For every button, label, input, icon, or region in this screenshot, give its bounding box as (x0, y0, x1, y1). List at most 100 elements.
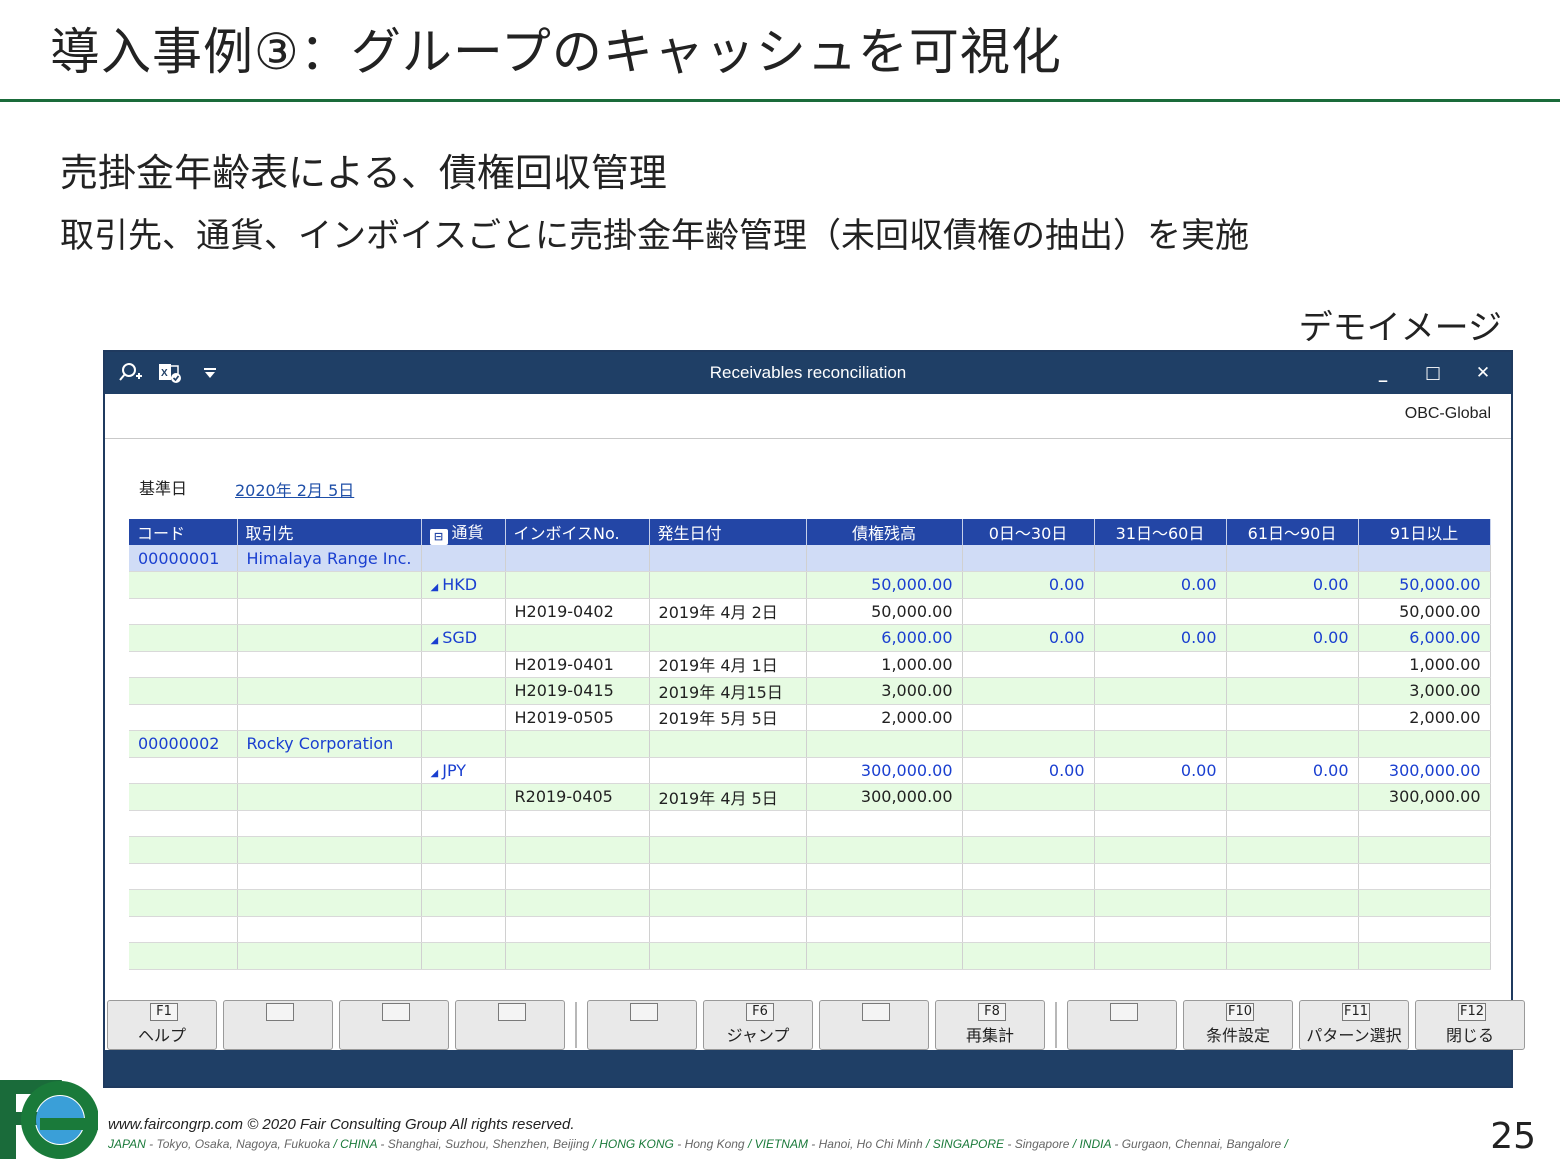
cell-customer (237, 677, 422, 705)
table-row[interactable]: 00000001 Himalaya Range Inc. (129, 545, 1491, 572)
cell-date (649, 863, 807, 890)
function-key-button[interactable] (587, 1000, 697, 1050)
collapse-triangle-icon[interactable]: ◢ (431, 635, 439, 646)
cell-d61-90 (1226, 942, 1359, 970)
col-header-61-90[interactable]: 61日～90日 (1226, 519, 1359, 545)
cell-code (129, 651, 238, 678)
cell-d61-90 (1226, 704, 1359, 731)
table-row[interactable] (129, 810, 1491, 837)
cell-d91-plus: 2,000.00 (1358, 704, 1491, 731)
table-row[interactable]: R2019-0405 2019年 4月 5日 300,000.00 300,000.0… (129, 783, 1491, 811)
cell-balance: 50,000.00 (806, 571, 963, 599)
cell-balance (806, 863, 963, 890)
table-row[interactable]: ◢ HKD 50,000.00 0.00 0.00 0.00 50,000.00 (129, 571, 1491, 599)
cell-d31-60: 0.00 (1094, 571, 1227, 599)
col-header-currency[interactable]: ⊟ 通貨 (421, 519, 506, 545)
collapse-triangle-icon[interactable]: ◢ (431, 768, 439, 779)
cell-code (129, 863, 238, 890)
col-header-31-60[interactable]: 31日～60日 (1094, 519, 1227, 545)
table-row[interactable] (129, 863, 1491, 890)
footer-slash: / (589, 1137, 600, 1151)
col-header-code[interactable]: コード (129, 519, 238, 545)
cell-d0-30 (962, 810, 1095, 837)
function-key-button[interactable] (223, 1000, 333, 1050)
function-key-name: F11 (1342, 1003, 1370, 1021)
base-date-link[interactable]: 2020年 2月 5日 (235, 477, 354, 501)
cell-invoice: R2019-0405 (505, 783, 650, 811)
function-key-button[interactable]: F6 ジャンプ (703, 1000, 813, 1050)
col-header-91-plus[interactable]: 91日以上 (1358, 519, 1491, 545)
table-row[interactable]: H2019-0505 2019年 5月 5日 2,000.00 2,000.00 (129, 704, 1491, 731)
cell-customer (237, 571, 422, 599)
slide-description: 取引先、通貨、インボイスごとに売掛金年齢管理（未回収債権の抽出）を実施 (60, 216, 1249, 256)
cell-invoice (505, 863, 650, 890)
cell-d0-30 (962, 916, 1095, 943)
cell-balance (806, 942, 963, 970)
cell-d31-60 (1094, 598, 1227, 625)
maximize-icon[interactable]: □ (1421, 360, 1445, 386)
cell-d31-60: 0.00 (1094, 757, 1227, 784)
cell-d31-60 (1094, 783, 1227, 811)
function-key-button[interactable]: F1 ヘルプ (107, 1000, 217, 1050)
fkey-separator (1055, 1002, 1057, 1048)
cell-balance (806, 545, 963, 572)
cell-d91-plus: 1,000.00 (1358, 651, 1491, 678)
function-key-button[interactable]: F8 再集計 (935, 1000, 1045, 1050)
cell-d0-30 (962, 704, 1095, 731)
col-header-0-30[interactable]: 0日～30日 (962, 519, 1095, 545)
function-key-bar: F1 ヘルプ F6 ジャンプ F8 再集計 F10 条件設定 F11 パターン選択 F12 閉じる (107, 1000, 1525, 1050)
function-key-button[interactable]: F12 閉じる (1415, 1000, 1525, 1050)
col-header-date[interactable]: 発生日付 (649, 519, 807, 545)
function-key-button[interactable] (1067, 1000, 1177, 1050)
table-row[interactable] (129, 836, 1491, 864)
cell-code (129, 810, 238, 837)
cell-currency: ◢ HKD (421, 571, 506, 599)
table-row[interactable] (129, 942, 1491, 970)
function-key-button[interactable]: F11 パターン選択 (1299, 1000, 1409, 1050)
function-key-name (266, 1003, 294, 1021)
base-date-label: 基準日 (139, 479, 188, 498)
cell-d31-60 (1094, 942, 1227, 970)
function-key-name (862, 1003, 890, 1021)
cell-balance: 1,000.00 (806, 651, 963, 678)
table-row[interactable]: 00000002 Rocky Corporation (129, 730, 1491, 758)
cell-customer (237, 863, 422, 890)
slide-subheading: 売掛金年齢表による、債権回収管理 (60, 151, 667, 195)
table-row[interactable]: H2019-0402 2019年 4月 2日 50,000.00 50,000.00 (129, 598, 1491, 625)
cell-date (649, 757, 807, 784)
cell-customer: Rocky Corporation (237, 730, 422, 758)
function-key-button[interactable] (819, 1000, 929, 1050)
col-header-invoice[interactable]: インボイスNo. (505, 519, 650, 545)
cell-date (649, 942, 807, 970)
cell-code (129, 704, 238, 731)
cell-d0-30 (962, 942, 1095, 970)
footer-slash: / (1069, 1137, 1080, 1151)
function-key-button[interactable] (455, 1000, 565, 1050)
table-row[interactable]: H2019-0415 2019年 4月15日 3,000.00 3,000.00 (129, 677, 1491, 705)
function-key-button[interactable]: F10 条件設定 (1183, 1000, 1293, 1050)
table-row[interactable]: ◢ SGD 6,000.00 0.00 0.00 0.00 6,000.00 (129, 624, 1491, 652)
close-icon[interactable]: ✕ (1471, 360, 1495, 386)
col-header-balance[interactable]: 債権残高 (806, 519, 963, 545)
table-row[interactable]: ◢ JPY 300,000.00 0.00 0.00 0.00 300,000.00 (129, 757, 1491, 784)
tree-toggle-icon[interactable]: ⊟ (429, 529, 448, 545)
function-key-button[interactable] (339, 1000, 449, 1050)
table-row[interactable]: H2019-0401 2019年 4月 1日 1,000.00 1,000.00 (129, 651, 1491, 678)
footer-cities: Tokyo, Osaka, Nagoya, Fukuoka (156, 1137, 331, 1151)
table-row[interactable] (129, 889, 1491, 917)
cell-d0-30: 0.00 (962, 571, 1095, 599)
cell-d91-plus (1358, 942, 1491, 970)
cell-d61-90: 0.00 (1226, 624, 1359, 652)
cell-d91-plus: 50,000.00 (1358, 598, 1491, 625)
cell-d91-plus (1358, 810, 1491, 837)
collapse-triangle-icon[interactable]: ◢ (431, 582, 439, 593)
footer-dash: - (807, 1137, 819, 1151)
col-header-customer[interactable]: 取引先 (237, 519, 422, 545)
company-logo (0, 1080, 98, 1159)
minimize-icon[interactable]: _ (1371, 360, 1395, 386)
table-row[interactable] (129, 916, 1491, 943)
footer-slash: / (330, 1137, 341, 1151)
footer-cities: Singapore (1014, 1137, 1070, 1151)
cell-currency (421, 810, 506, 837)
cell-currency (421, 863, 506, 890)
